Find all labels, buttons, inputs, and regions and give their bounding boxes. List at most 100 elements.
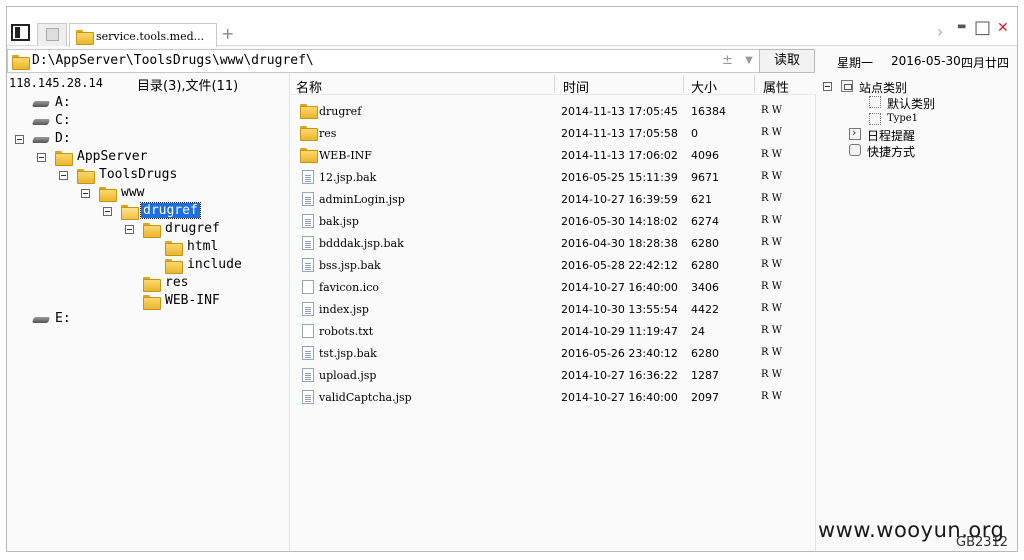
schedule-label: 日程提醒 [867,129,916,143]
tree-folder-node[interactable]: res [7,275,287,293]
plus-minus-icon[interactable]: ± [722,53,733,68]
folder-icon [77,169,95,184]
file-row[interactable]: favicon.ico 2014-10-27 16:40:00 3406 R W [291,276,816,298]
column-name[interactable]: 名称 [296,77,322,96]
column-separator[interactable] [554,75,555,93]
folder-icon [76,30,94,45]
file-attr: R W [761,193,782,204]
folder-icon [300,148,318,163]
file-attr: R W [761,259,782,270]
sidebar-toggle-icon[interactable] [11,24,30,41]
minimize-icon[interactable]: ▬ [957,21,966,32]
tree-drive-node[interactable]: D: [7,131,287,149]
type1-node[interactable]: Type1 [869,112,1009,128]
file-size: 1287 [691,369,719,382]
drive-icon [33,99,49,108]
file-size: 3406 [691,281,719,294]
file-row[interactable]: WEB-INF 2014-11-13 17:06:02 4096 R W [291,144,816,166]
tree-folder-node[interactable]: AppServer [7,149,287,167]
new-tab-plus-icon[interactable]: + [221,24,234,43]
tree-node-label: ToolsDrugs [99,167,178,182]
file-name: adminLogin.jsp [319,193,405,206]
file-row[interactable]: bss.jsp.bak 2016-05-28 22:42:12 6280 R W [291,254,816,276]
default-category-node[interactable]: 默认类别 [869,95,1009,111]
close-glyph: ✕ [997,20,1009,36]
file-size: 4096 [691,149,719,162]
tree-folder-node[interactable]: html [7,239,287,257]
tree-node-label: WEB-INF [165,293,220,308]
tree-folder-node[interactable]: ToolsDrugs [7,167,287,185]
file-icon [302,280,314,294]
file-size: 24 [691,325,705,338]
tree-folder-node[interactable]: www [7,185,287,203]
path-bar[interactable]: D:\AppServer\ToolsDrugs\www\drugref\ ± ▼ [7,49,815,73]
path-input[interactable]: D:\AppServer\ToolsDrugs\www\drugref\ [32,53,314,68]
type1-label: Type1 [887,113,919,124]
file-attr: R W [761,369,782,380]
file-row[interactable]: index.jsp 2014-10-30 13:55:54 4422 R W [291,298,816,320]
file-time: 2016-05-28 22:42:12 [561,259,678,272]
file-time: 2014-11-13 17:05:45 [561,105,678,118]
shortcut-node[interactable]: 快捷方式 [849,143,1009,159]
tree-folder-node[interactable]: drugref [7,221,287,239]
tree-folder-node[interactable]: drugref [7,202,287,221]
path-dropdown-icon[interactable]: ▼ [740,52,758,70]
collapse-icon[interactable] [103,207,112,216]
tree-drive-node[interactable]: E: [7,311,287,329]
collapse-icon[interactable] [81,189,90,198]
maximize-icon[interactable]: □ [974,17,991,38]
folder-icon [99,187,117,202]
file-row[interactable]: bdddak.jsp.bak 2016-04-30 18:28:38 6280 R W [291,232,816,254]
file-attr: R W [761,303,782,314]
file-row[interactable]: tst.jsp.bak 2016-05-26 23:40:12 6280 R W [291,342,816,364]
tab-scroll-right-icon[interactable]: › [937,22,943,41]
file-row[interactable]: upload.jsp 2014-10-27 16:36:22 1287 R W [291,364,816,386]
column-attr[interactable]: 属性 [763,77,789,96]
column-size[interactable]: 大小 [691,77,717,96]
tree-folder-node[interactable]: include [7,257,287,275]
file-attr: R W [761,105,782,116]
directory-tree-pane: 118.145.28.14 目录(3),文件(11) A: C: D: AppServ… [7,73,290,551]
column-separator[interactable] [754,75,755,93]
collapse-icon[interactable] [125,225,134,234]
collapse-icon[interactable] [37,153,46,162]
tree-node-label: C: [55,113,71,128]
file-row[interactable]: validCaptcha.jsp 2014-10-27 16:40:00 2097 R… [291,386,816,408]
file-name: bak.jsp [319,215,359,228]
file-size: 6280 [691,259,719,272]
file-icon [302,346,314,360]
file-row[interactable]: robots.txt 2014-10-29 11:19:47 24 R W [291,320,816,342]
default-category-label: 默认类别 [887,97,936,111]
read-button[interactable]: 读取 [759,49,815,73]
column-separator[interactable] [683,75,684,93]
file-list-pane: 名称 时间 大小 属性 drugref 2014-11-13 17:05:45 16… [291,73,816,551]
file-row[interactable]: adminLogin.jsp 2014-10-27 16:39:59 621 R W [291,188,816,210]
tab-active[interactable]: service.tools.med... [69,23,217,47]
collapse-icon[interactable] [59,171,68,180]
file-row[interactable]: bak.jsp 2016-05-30 14:18:02 6274 R W [291,210,816,232]
column-time[interactable]: 时间 [563,77,589,96]
close-icon[interactable]: ✕ [997,20,1009,36]
tree-folder-node[interactable]: WEB-INF [7,293,287,311]
file-row[interactable]: res 2014-11-13 17:05:58 0 R W [291,122,816,144]
file-time: 2014-10-27 16:39:59 [561,193,678,206]
collapse-icon[interactable] [823,82,832,91]
tree-node-label: drugref [140,202,201,219]
site-category-node[interactable]: 站点类别 [823,79,1013,95]
file-name: upload.jsp [319,369,377,382]
tree-drive-node[interactable]: C: [7,113,287,131]
tab-blank[interactable] [37,23,67,46]
file-icon [302,390,314,404]
file-size: 4422 [691,303,719,316]
lunar-date: 四月廿四 [961,56,1010,70]
file-row[interactable]: drugref 2014-11-13 17:05:45 16384 R W [291,100,816,122]
collapse-icon[interactable] [15,135,24,144]
file-icon [302,368,314,382]
tree-drive-node[interactable]: A: [7,95,287,113]
schedule-node[interactable]: 日程提醒 [849,126,1009,143]
file-time: 2014-10-27 16:36:22 [561,369,678,382]
file-attr: R W [761,347,782,358]
encoding-label[interactable]: GB2312 [956,535,1008,550]
file-name: bdddak.jsp.bak [319,237,404,250]
file-row[interactable]: 12.jsp.bak 2016-05-25 15:11:39 9671 R W [291,166,816,188]
